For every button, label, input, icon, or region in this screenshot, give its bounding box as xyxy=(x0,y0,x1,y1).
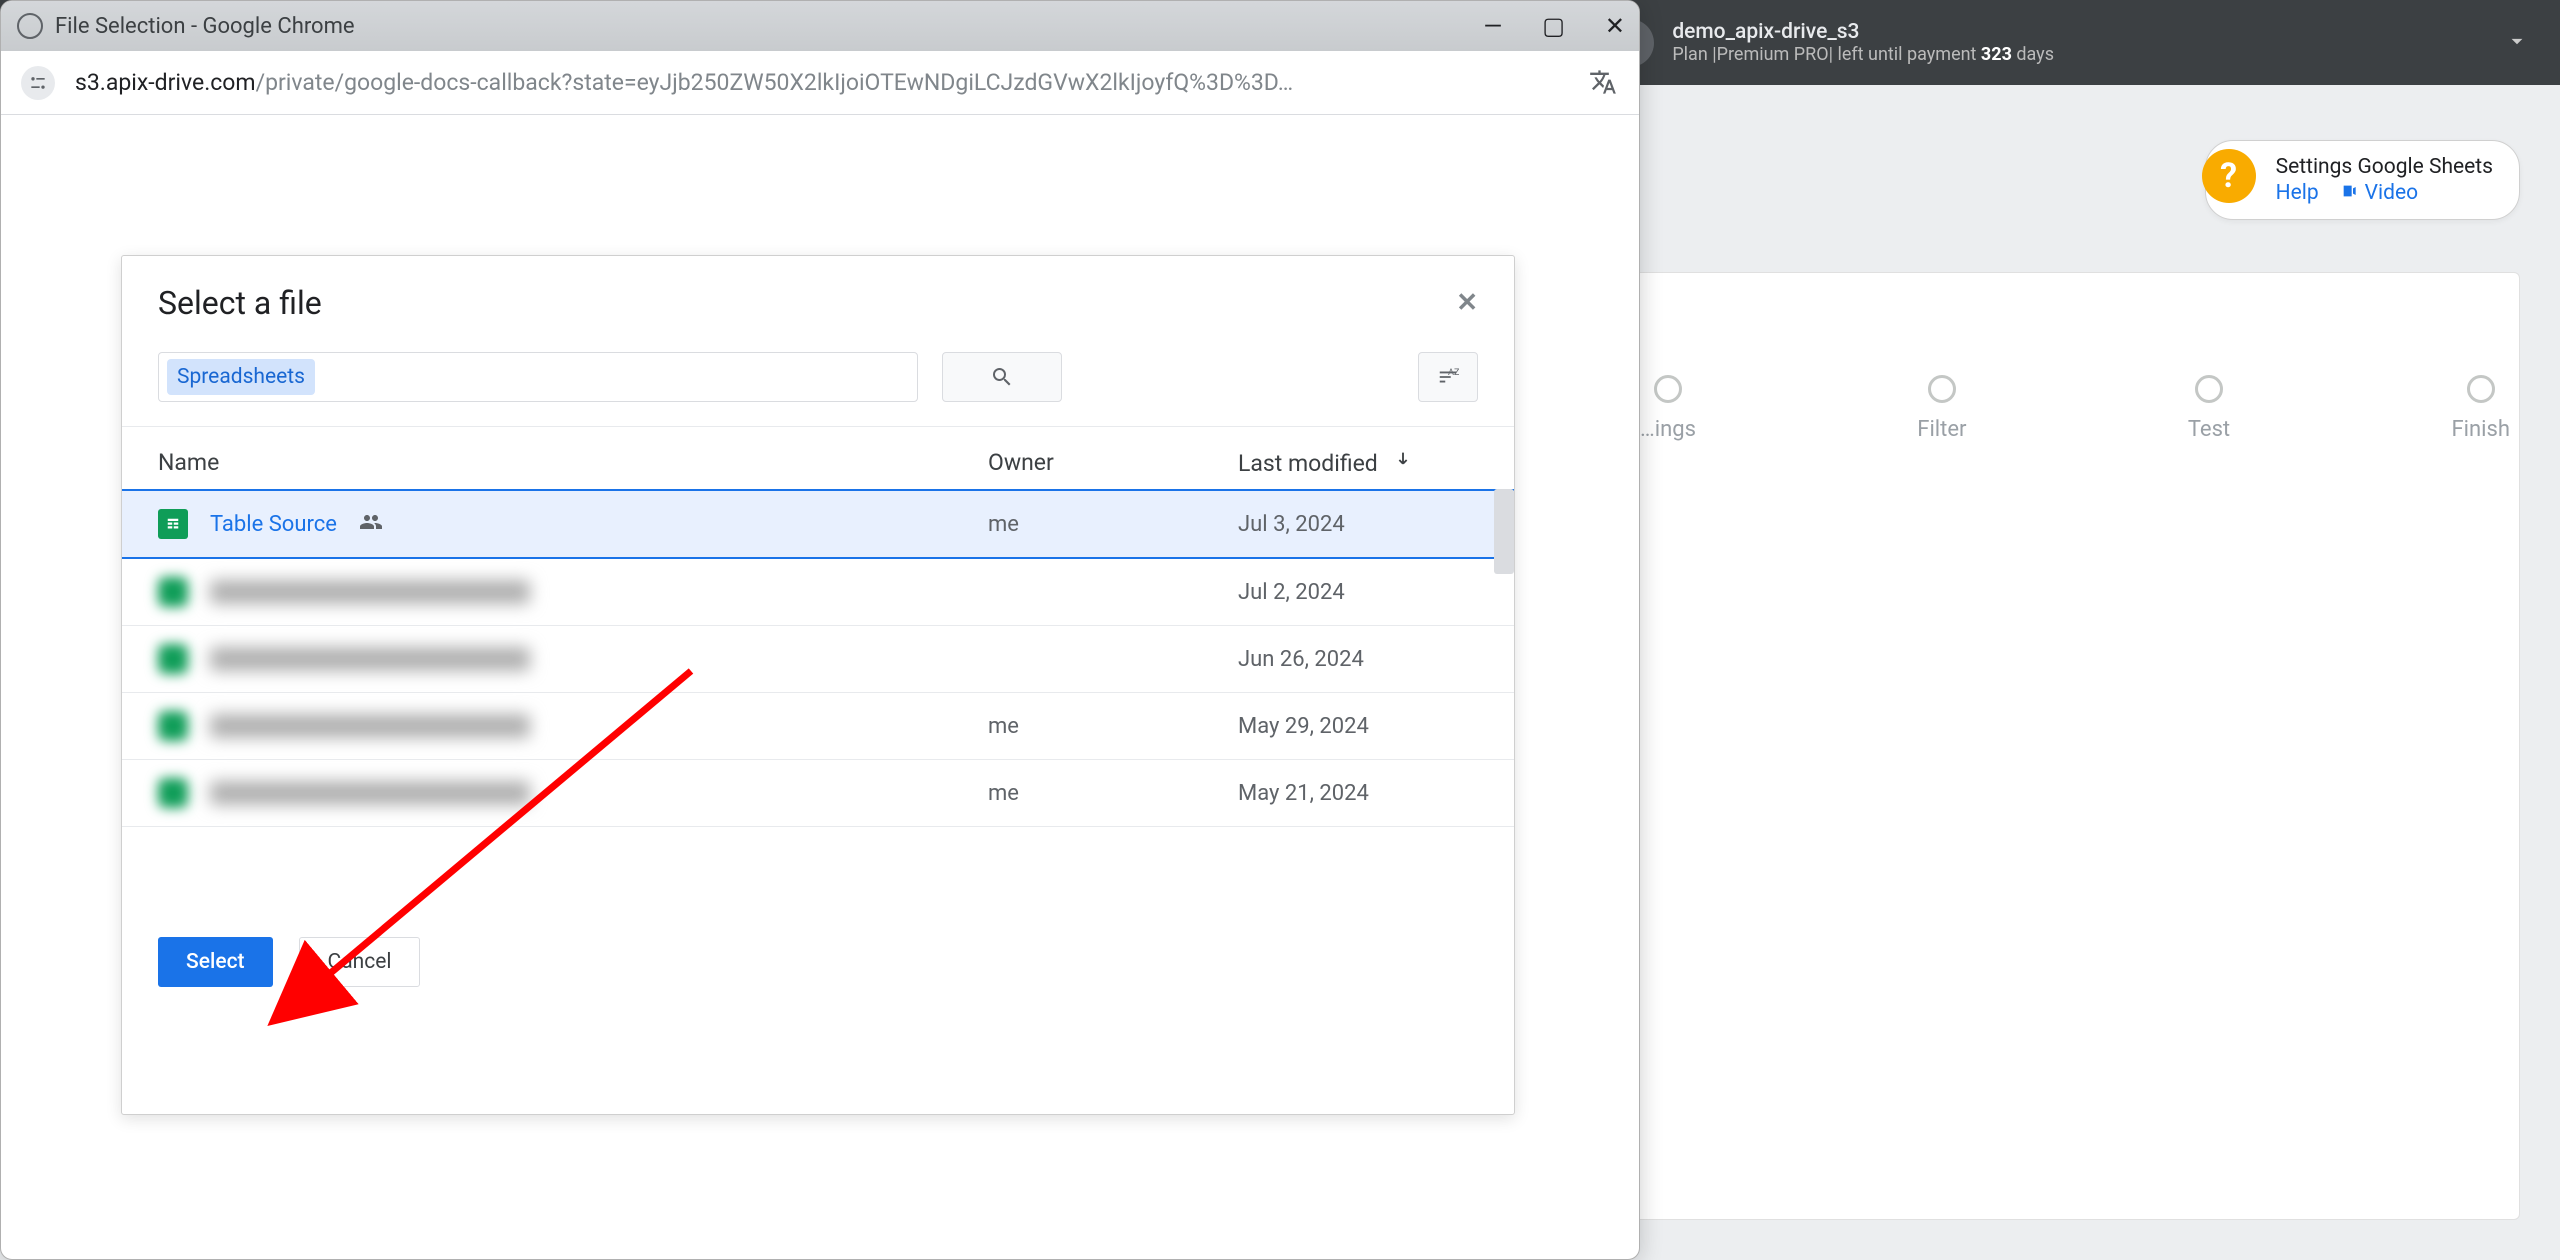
cancel-button[interactable]: Cancel xyxy=(299,937,421,987)
scrollbar[interactable] xyxy=(1494,489,1514,574)
help-link[interactable]: Help xyxy=(2276,181,2319,205)
file-name xyxy=(210,647,530,671)
file-list: Table Source me Jul 3, 2024 Jul 2, 2024 … xyxy=(122,489,1514,909)
chrome-popup-window: File Selection - Google Chrome — ▢ ✕ s3.… xyxy=(0,0,1640,1260)
help-title: Settings Google Sheets xyxy=(2276,155,2493,179)
file-name xyxy=(210,714,530,738)
window-maximize-button[interactable]: ▢ xyxy=(1542,12,1565,40)
help-chip: ? Settings Google Sheets Help Video xyxy=(2205,140,2520,220)
file-modified: Jul 2, 2024 xyxy=(1238,580,1478,605)
help-icon[interactable]: ? xyxy=(2202,149,2256,203)
file-row[interactable]: Jul 2, 2024 xyxy=(122,559,1514,626)
step-test[interactable]: Test xyxy=(2188,375,2230,442)
file-row[interactable]: me May 21, 2024 xyxy=(122,760,1514,827)
window-title: File Selection - Google Chrome xyxy=(55,14,355,39)
sheets-icon xyxy=(158,509,188,539)
sheets-icon xyxy=(158,577,188,607)
sort-icon[interactable]: AZ xyxy=(1418,352,1478,402)
step-finish[interactable]: Finish xyxy=(2451,375,2509,442)
sheets-icon xyxy=(158,778,188,808)
file-owner: me xyxy=(988,714,1238,739)
chrome-titlebar: File Selection - Google Chrome — ▢ ✕ xyxy=(1,1,1639,51)
file-modified: May 21, 2024 xyxy=(1238,781,1478,806)
account-name: demo_apix-drive_s3 xyxy=(1672,20,2054,44)
file-row[interactable]: Table Source me Jul 3, 2024 xyxy=(122,489,1514,559)
account-plan: Plan |Premium PRO| left until payment 32… xyxy=(1672,44,2054,65)
sheets-icon xyxy=(158,644,188,674)
search-icon[interactable] xyxy=(942,352,1062,402)
file-row[interactable]: me May 29, 2024 xyxy=(122,693,1514,760)
sheets-icon xyxy=(158,711,188,741)
search-filter-chip[interactable]: Spreadsheets xyxy=(167,359,315,395)
chevron-down-icon[interactable] xyxy=(2504,28,2530,58)
file-modified: Jun 26, 2024 xyxy=(1238,647,1478,672)
col-owner[interactable]: Owner xyxy=(988,449,1238,477)
file-row[interactable]: Jun 26, 2024 xyxy=(122,626,1514,693)
file-name: Table Source xyxy=(210,512,337,537)
file-owner: me xyxy=(988,781,1238,806)
video-icon xyxy=(2339,181,2364,205)
address-bar[interactable]: s3.apix-drive.com/private/google-docs-ca… xyxy=(1,51,1639,115)
wizard-stepper: …ings Filter Test Finish xyxy=(1640,375,2510,442)
svg-text:AZ: AZ xyxy=(1448,368,1459,378)
url-text: s3.apix-drive.com/private/google-docs-ca… xyxy=(75,69,1579,96)
file-name xyxy=(210,580,530,604)
sort-descending-icon xyxy=(1392,449,1414,477)
step-settings[interactable]: …ings xyxy=(1640,375,1696,442)
col-modified[interactable]: Last modified xyxy=(1238,449,1478,477)
file-modified: May 29, 2024 xyxy=(1238,714,1478,739)
window-minimize-button[interactable]: — xyxy=(1483,12,1502,40)
file-name xyxy=(210,781,530,805)
window-close-button[interactable]: ✕ xyxy=(1605,12,1625,40)
column-headers: Name Owner Last modified xyxy=(122,427,1514,489)
picker-title: Select a file xyxy=(158,284,322,322)
shared-icon xyxy=(359,510,383,539)
step-filter[interactable]: Filter xyxy=(1917,375,1966,442)
search-input[interactable]: Spreadsheets xyxy=(158,352,918,402)
select-button[interactable]: Select xyxy=(158,937,273,987)
site-settings-icon[interactable] xyxy=(21,66,55,100)
file-owner: me xyxy=(988,512,1238,537)
file-modified: Jul 3, 2024 xyxy=(1238,512,1478,537)
video-link[interactable]: Video xyxy=(2365,181,2418,205)
google-file-picker: Select a file ✕ Spreadsheets AZ Name Own… xyxy=(121,255,1515,1115)
close-icon[interactable]: ✕ xyxy=(1456,288,1478,318)
globe-icon xyxy=(17,13,43,39)
translate-icon[interactable] xyxy=(1589,68,1619,98)
account-block[interactable]: demo_apix-drive_s3 Plan |Premium PRO| le… xyxy=(1672,20,2054,65)
col-name[interactable]: Name xyxy=(158,449,988,477)
search-text-input[interactable] xyxy=(315,365,909,389)
